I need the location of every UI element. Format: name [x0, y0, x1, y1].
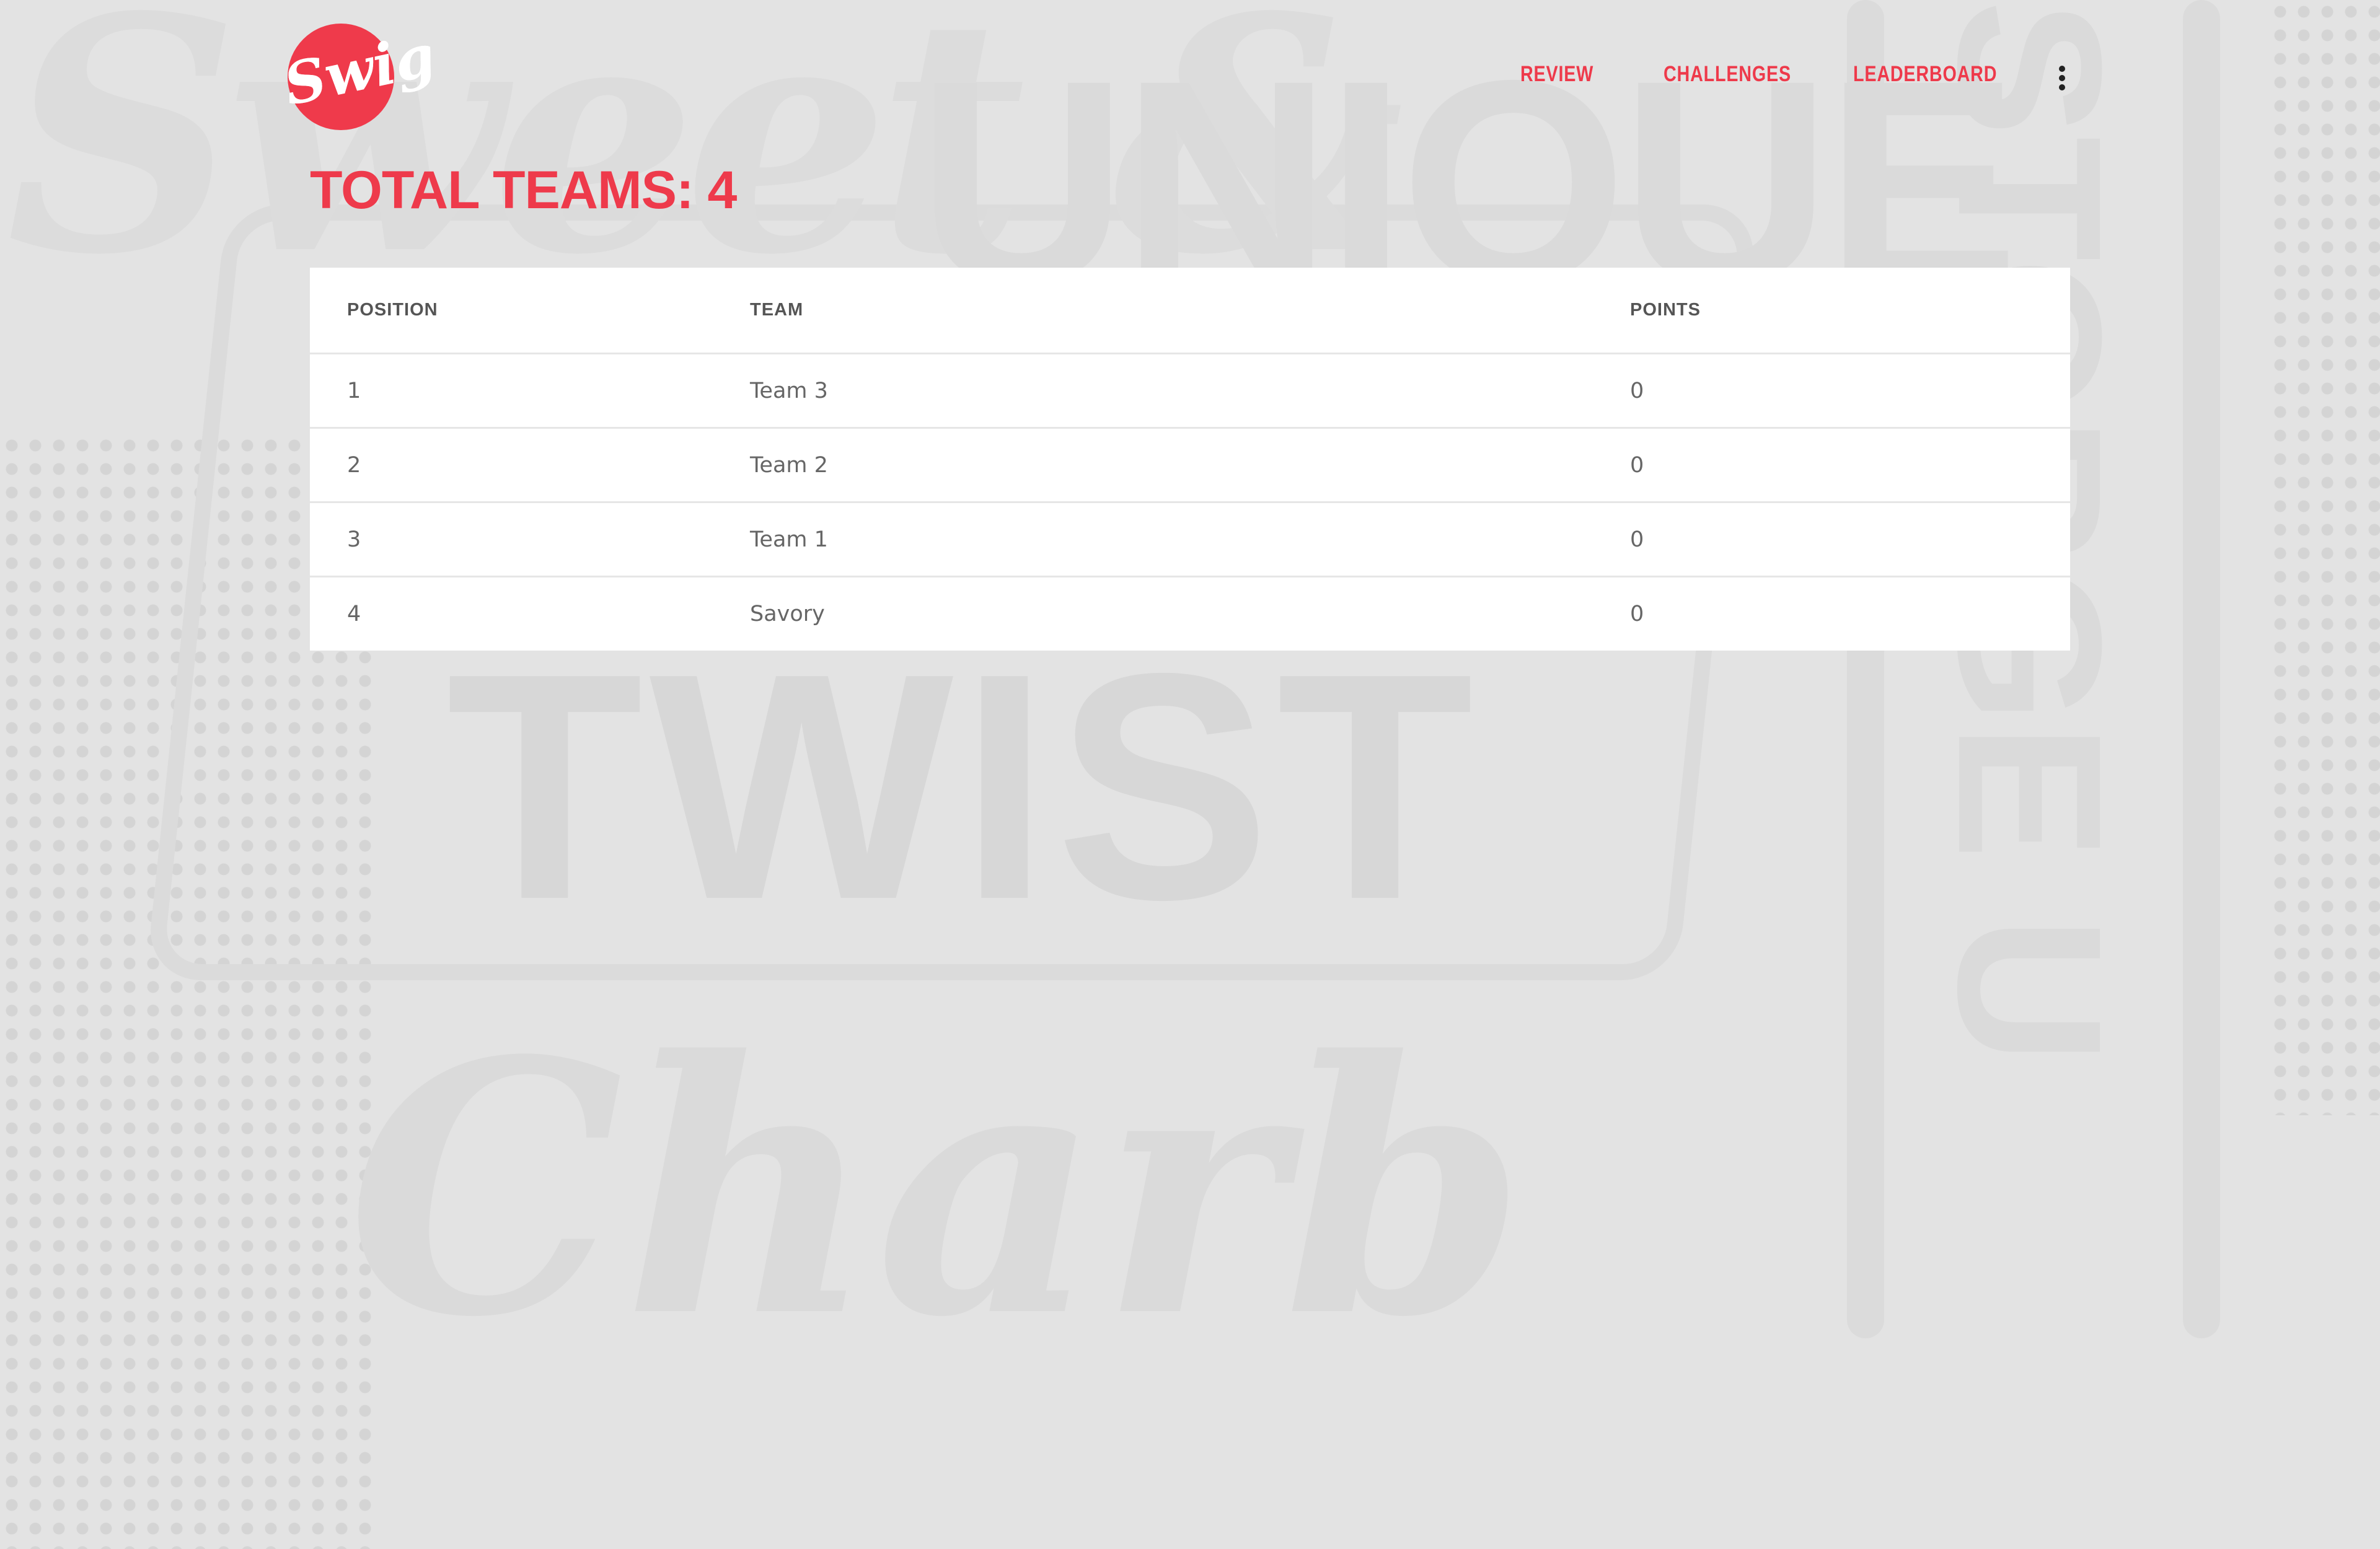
kebab-dot [2059, 66, 2065, 72]
cell-points: 0 [1630, 601, 1644, 626]
nav-review-link[interactable]: REVIEW [1520, 62, 1593, 87]
header-team[interactable]: TEAM [750, 268, 803, 353]
cell-team: Team 3 [750, 378, 828, 403]
background-word: Charb [347, 986, 1527, 1393]
kebab-menu-icon[interactable] [2053, 62, 2071, 94]
cell-points: 0 [1630, 378, 1644, 403]
table-row[interactable]: 3 Team 1 0 [310, 503, 2070, 577]
leaderboard-table: POSITION TEAM POINTS 1 Team 3 0 2 Team 2… [310, 268, 2070, 651]
cell-points: 0 [1630, 527, 1644, 552]
header-position[interactable]: POSITION [347, 268, 438, 353]
background-word: Sweet & [6, 0, 1404, 325]
swig-logo[interactable]: Swig [278, 22, 441, 130]
kebab-dot [2059, 84, 2065, 90]
nav-leaderboard-link[interactable]: LEADERBOARD [1853, 62, 1997, 87]
cell-position: 4 [347, 601, 361, 626]
background-word: TWIST [446, 607, 1480, 967]
table-row[interactable]: 4 Savory 0 [310, 577, 2070, 650]
cell-team: Savory [750, 601, 825, 626]
background-bar [1847, 0, 1884, 1338]
table-row[interactable]: 2 Team 2 0 [310, 429, 2070, 503]
cell-team: Team 1 [750, 527, 828, 552]
cell-team: Team 2 [750, 452, 828, 478]
table-row[interactable]: 1 Team 3 0 [310, 354, 2070, 429]
table-header-row: POSITION TEAM POINTS [310, 268, 2070, 354]
cell-position: 1 [347, 378, 361, 403]
cell-position: 2 [347, 452, 361, 478]
nav-challenges-link[interactable]: CHALLENGES [1664, 62, 1791, 87]
cell-position: 3 [347, 527, 361, 552]
kebab-dot [2059, 75, 2065, 81]
logo-wordmark: Swig [278, 21, 441, 119]
background-word: STORGE U [1916, 0, 2144, 1064]
background-bar [2183, 0, 2220, 1338]
page-title: TOTAL TEAMS: 4 [310, 160, 737, 220]
halftone-pattern-right [2268, 0, 2380, 1115]
header-points[interactable]: POINTS [1630, 268, 1701, 353]
cell-points: 0 [1630, 452, 1644, 478]
